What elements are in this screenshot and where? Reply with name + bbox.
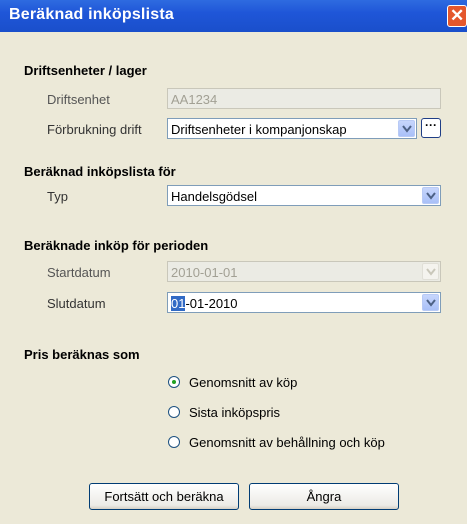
close-button[interactable]: ✕	[447, 5, 467, 27]
type-label: Typ	[47, 189, 68, 204]
cancel-button[interactable]: Ångra	[249, 483, 399, 510]
radio-button[interactable]	[168, 406, 180, 418]
consumption-dropdown-button[interactable]	[398, 120, 415, 137]
type-value: Handelsgödsel	[171, 189, 258, 204]
chevron-down-icon	[402, 125, 412, 133]
section-period: Beräknade inköp för perioden	[24, 238, 209, 253]
start-dropdown-button	[422, 263, 439, 280]
radio-label: Genomsnitt av behållning och köp	[189, 435, 385, 450]
chevron-down-icon	[426, 192, 436, 200]
unit-label: Driftsenhet	[47, 92, 110, 107]
end-value: 01-01-2010	[171, 296, 238, 311]
section-price: Pris beräknas som	[24, 347, 140, 362]
chevron-down-icon	[426, 299, 436, 307]
continue-button[interactable]: Fortsätt och beräkna	[89, 483, 239, 510]
consumption-label: Förbrukning drift	[47, 122, 142, 137]
start-date-select: 2010-01-01	[167, 261, 441, 282]
ellipsis-icon: ···	[425, 118, 437, 132]
start-label: Startdatum	[47, 265, 111, 280]
browse-button[interactable]: ···	[421, 118, 441, 138]
unit-value: AA1234	[171, 92, 218, 107]
type-dropdown-button[interactable]	[422, 187, 439, 204]
end-dropdown-button[interactable]	[422, 294, 439, 311]
chevron-down-icon	[426, 268, 436, 276]
end-value-selected: 01	[171, 296, 186, 311]
consumption-value: Driftsenheter i kompanjonskap	[171, 122, 347, 137]
radio-label: Sista inköpspris	[189, 405, 281, 420]
close-icon: ✕	[450, 6, 465, 25]
end-value-rest: -01-2010	[185, 296, 238, 311]
radio-button-checked[interactable]	[168, 376, 180, 388]
section-for: Beräknad inköpslista för	[24, 164, 176, 179]
end-label: Slutdatum	[47, 296, 106, 311]
radio-label: Genomsnitt av köp	[189, 375, 298, 390]
type-select[interactable]: Handelsgödsel	[167, 185, 441, 206]
radio-button[interactable]	[168, 436, 180, 448]
title-bar[interactable]: Beräknad inköpslista ✕	[0, 0, 467, 32]
consumption-select[interactable]: Driftsenheter i kompanjonskap	[167, 118, 417, 139]
unit-field: AA1234	[167, 88, 441, 109]
window-title: Beräknad inköpslista	[9, 6, 174, 23]
section-units: Driftsenheter / lager	[24, 63, 147, 78]
start-value: 2010-01-01	[171, 265, 238, 280]
end-date-select[interactable]: 01-01-2010	[167, 292, 441, 313]
